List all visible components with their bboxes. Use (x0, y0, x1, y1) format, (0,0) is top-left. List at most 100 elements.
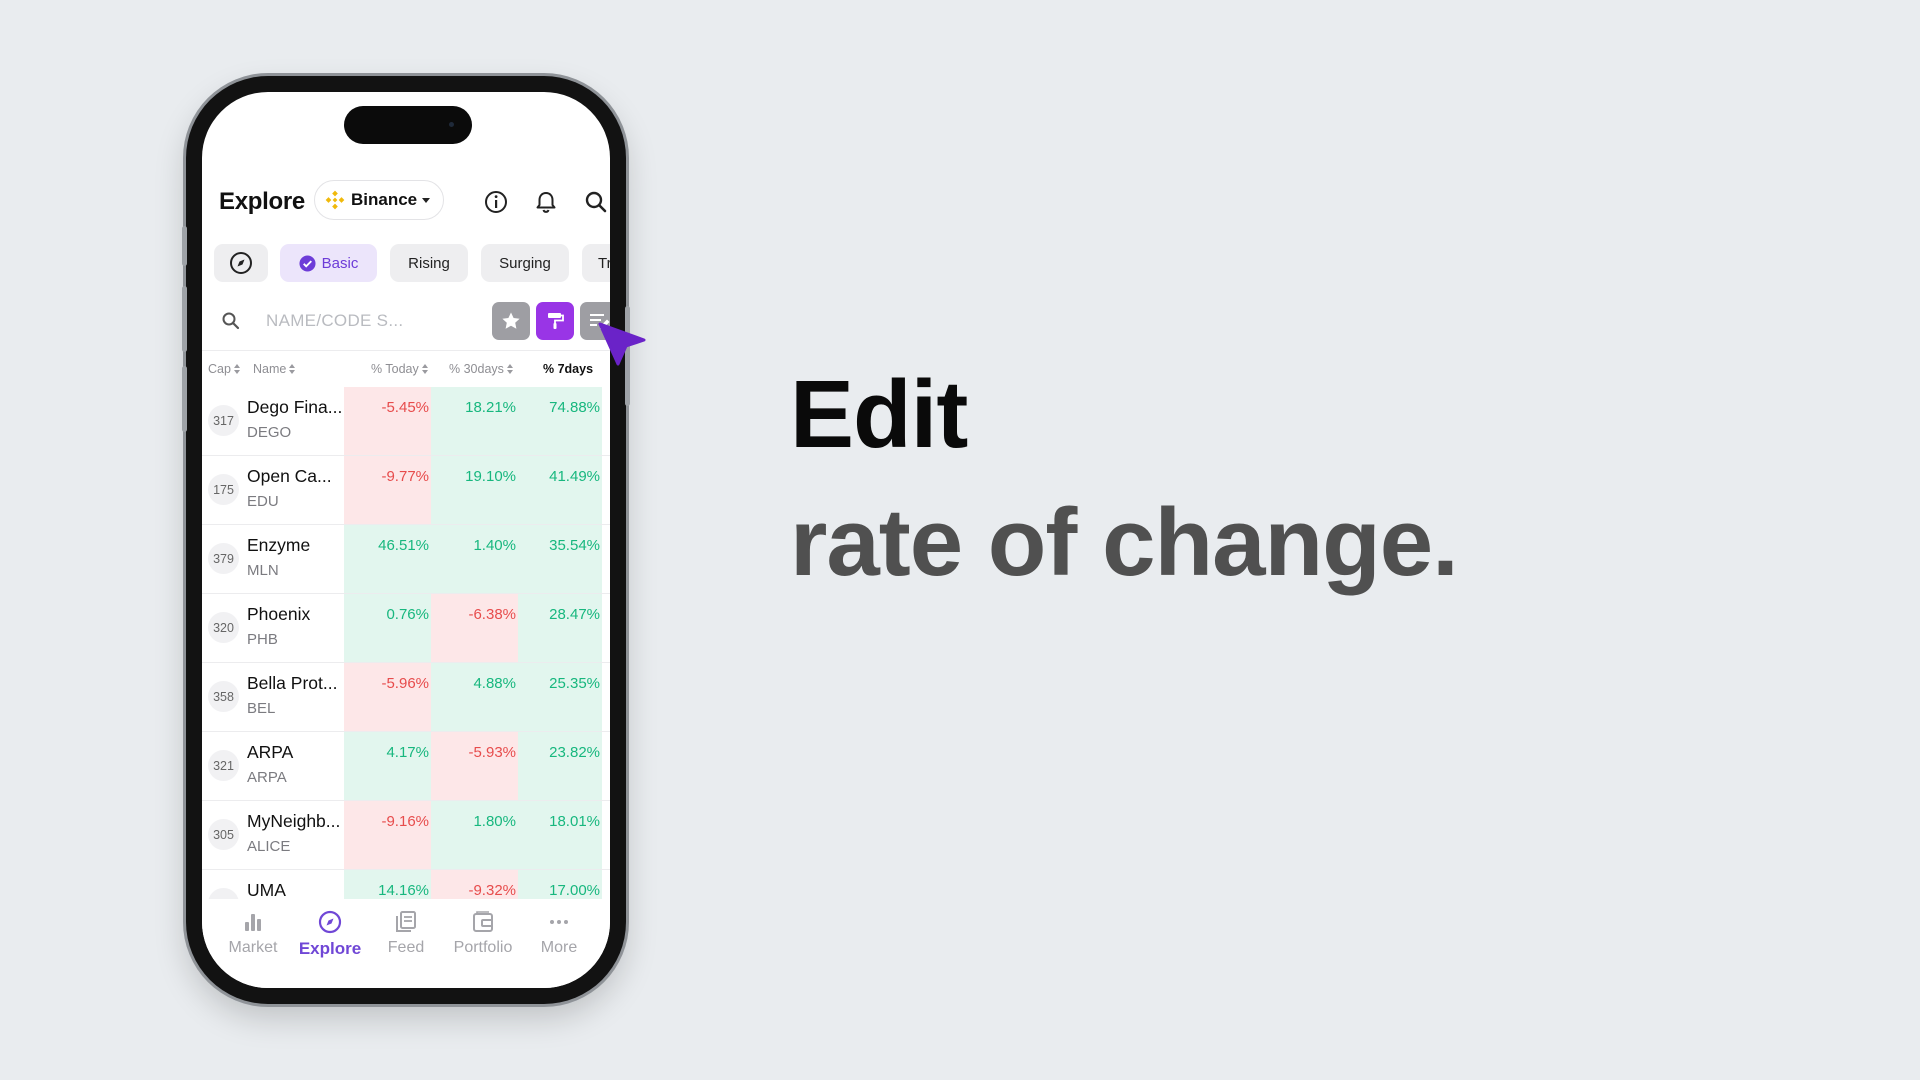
color-mode-button[interactable] (536, 302, 574, 340)
table-row[interactable]: 379 Enzyme MLN 46.51% 1.40% 35.54% (202, 525, 610, 594)
column-header-cap[interactable]: Cap (208, 362, 240, 376)
search-icon (222, 312, 240, 330)
rank-badge: 321 (208, 750, 239, 781)
search-icon[interactable] (582, 188, 610, 216)
chevron-down-icon (422, 197, 431, 203)
change-today: 14.16% (344, 870, 431, 899)
table-row[interactable]: 358 Bella Prot... BEL -5.96% 4.88% 25.35… (202, 663, 610, 732)
headline: Edit (790, 361, 968, 468)
rank-badge: 175 (208, 474, 239, 505)
nav-feed[interactable]: Feed (368, 903, 444, 963)
coin-code: EDU (247, 493, 279, 510)
change-30days: -9.32% (431, 870, 518, 899)
info-icon[interactable] (482, 188, 510, 216)
change-today: 4.17% (344, 732, 431, 800)
table-row[interactable]: 317 Dego Fina... DEGO -5.45% 18.21% 74.8… (202, 387, 610, 456)
rank-badge (208, 888, 239, 899)
change-30days: 1.40% (431, 525, 518, 593)
compass-filter-button[interactable] (214, 244, 268, 282)
rank-badge: 305 (208, 819, 239, 850)
nav-explore-label: Explore (298, 939, 362, 958)
nav-explore[interactable]: Explore (292, 903, 368, 963)
column-header-7days[interactable]: % 7days (543, 362, 593, 376)
compass-icon (230, 252, 252, 274)
change-today: 0.76% (344, 594, 431, 662)
coin-name: Bella Prot... (247, 673, 338, 693)
change-today: 46.51% (344, 525, 431, 593)
coin-name: UMA (247, 880, 286, 899)
table-row[interactable]: 305 MyNeighb... ALICE -9.16% 1.80% 18.01… (202, 801, 610, 870)
favorites-button[interactable] (492, 302, 530, 340)
volume-up-button (182, 286, 187, 352)
chip-rising[interactable]: Rising (390, 244, 468, 282)
change-30days: 18.21% (431, 387, 518, 455)
chip-surging[interactable]: Surging (481, 244, 569, 282)
rank-badge: 320 (208, 612, 239, 643)
column-header-name-label: Name (253, 362, 287, 376)
change-30days: 4.88% (431, 663, 518, 731)
change-7days: 23.82% (518, 732, 602, 800)
nav-more[interactable]: More (521, 903, 597, 963)
search-row (202, 296, 610, 344)
coin-name: Open Ca... (247, 466, 332, 486)
table-row[interactable]: UMA 14.16% -9.32% 17.00% (202, 870, 610, 899)
coin-code: DEGO (247, 424, 292, 441)
table-row[interactable]: 321 ARPA ARPA 4.17% -5.93% 23.82% (202, 732, 610, 801)
change-7days: 18.01% (518, 801, 602, 869)
exchange-selector[interactable]: Binance (314, 180, 444, 220)
column-header-30days[interactable]: % 30days (449, 362, 513, 376)
column-header-today[interactable]: % Today (371, 362, 428, 376)
binance-logo-icon (325, 190, 345, 210)
coin-code: ARPA (247, 769, 287, 786)
chip-trending[interactable]: Tre (582, 244, 610, 282)
sort-icon (233, 364, 240, 374)
coin-name: MyNeighb... (247, 811, 341, 831)
change-30days: -5.93% (431, 732, 518, 800)
change-7days: 25.35% (518, 663, 602, 731)
action-button (182, 226, 187, 266)
change-30days: -6.38% (431, 594, 518, 662)
coin-name: ARPA (247, 742, 294, 762)
change-30days: 19.10% (431, 456, 518, 524)
change-today: -9.16% (344, 801, 431, 869)
chip-basic-label: Basic (321, 254, 359, 272)
table-row[interactable]: 175 Open Ca... EDU -9.77% 19.10% 41.49% (202, 456, 610, 525)
change-30days: 1.80% (431, 801, 518, 869)
change-today: -9.77% (344, 456, 431, 524)
bell-icon[interactable] (532, 188, 560, 216)
change-7days: 28.47% (518, 594, 602, 662)
coin-code: MLN (247, 562, 279, 579)
column-header-name[interactable]: Name (253, 362, 296, 376)
filter-chips: Basic Rising Surging Tre (214, 244, 610, 282)
rank-badge: 379 (208, 543, 239, 574)
app-header: Explore Binance (202, 178, 610, 226)
check-circle-icon (299, 254, 316, 272)
change-7days: 41.49% (518, 456, 602, 524)
chip-basic[interactable]: Basic (280, 244, 377, 282)
change-7days: 17.00% (518, 870, 602, 899)
phone-mockup: Explore Binance Basic Rising Surging Tr … (182, 76, 630, 1004)
change-7days: 74.88% (518, 387, 602, 455)
change-today: -5.45% (344, 387, 431, 455)
coin-name: Dego Fina... (247, 397, 343, 417)
search-input[interactable] (264, 304, 448, 338)
sort-icon (289, 364, 296, 374)
nav-portfolio-label: Portfolio (453, 939, 513, 956)
table-row[interactable]: 320 Phoenix PHB 0.76% -6.38% 28.47% (202, 594, 610, 663)
column-header-30days-label: % 30days (449, 362, 504, 376)
compass-icon (318, 910, 342, 934)
nav-market[interactable]: Market (215, 903, 291, 963)
nav-market-label: Market (228, 939, 278, 956)
divider (202, 350, 610, 351)
coin-code: PHB (247, 631, 278, 648)
bar-chart-icon (245, 914, 261, 931)
volume-down-button (182, 366, 187, 432)
nav-feed-label: Feed (387, 939, 425, 956)
sort-icon (506, 364, 513, 374)
nav-portfolio[interactable]: Portfolio (445, 903, 521, 963)
nav-more-label: More (540, 939, 578, 956)
coin-name: Phoenix (247, 604, 311, 624)
paint-roller-icon (548, 313, 564, 329)
phone-screen: Explore Binance Basic Rising Surging Tr … (202, 92, 610, 988)
star-icon (502, 312, 520, 329)
